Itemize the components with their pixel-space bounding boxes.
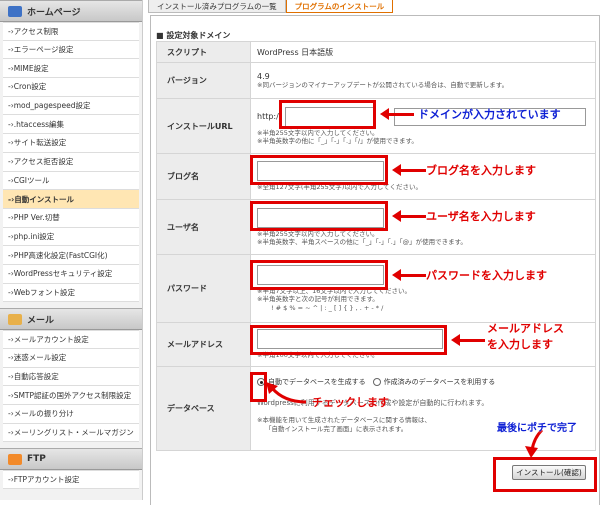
sidebar-item[interactable]: -›エラーページ設定 bbox=[3, 40, 139, 60]
sidebar-item[interactable]: -›Cron設定 bbox=[3, 78, 139, 97]
sidebar-item[interactable]: -›自動インストール bbox=[3, 190, 139, 209]
mail-icon bbox=[8, 313, 22, 325]
sidebar-item[interactable]: -›サイト転送設定 bbox=[3, 134, 139, 153]
highlight-email-field bbox=[250, 325, 447, 355]
sidebar-item[interactable]: -›CGIツール bbox=[3, 171, 139, 191]
sidebar-category-ftp[interactable]: FTP bbox=[0, 448, 142, 471]
sidebar-item[interactable]: -›アクセス拒否設定 bbox=[3, 152, 139, 172]
url-note-chars: ※半角英数字の他に「_」「-」「.」「/」が使用できます。 bbox=[257, 137, 418, 145]
annotation-password: パスワードを入力します bbox=[426, 269, 547, 282]
annotation-blog: ブログ名を入力します bbox=[426, 164, 536, 177]
house-icon bbox=[8, 5, 22, 17]
sidebar-item[interactable]: -›PHP高速化設定(FastCGI化) bbox=[3, 246, 139, 265]
sidebar-item[interactable]: -›SMTP認証の国外アクセス制限設定 bbox=[3, 386, 139, 406]
sidebar-item[interactable]: -›自動応答設定 bbox=[3, 367, 139, 387]
sidebar-item[interactable]: -›迷惑メール設定 bbox=[3, 349, 139, 368]
sidebar-category-mail[interactable]: メール bbox=[0, 308, 142, 331]
section-title: ■ 設定対象ドメイン bbox=[156, 31, 231, 40]
script-value: WordPress 日本語版 bbox=[250, 41, 596, 63]
sidebar-item[interactable]: -›メールアカウント設定 bbox=[3, 330, 139, 349]
sidebar-item[interactable]: -›Webフォント設定 bbox=[3, 283, 139, 303]
blog-name-label: ブログ名 bbox=[156, 153, 251, 200]
email-label: メールアドレス bbox=[156, 322, 251, 367]
annotation-finish: 最後にポチで完了 bbox=[497, 423, 577, 434]
sidebar-item[interactable]: -›FTPアカウント設定 bbox=[3, 470, 139, 490]
password-note-symbols-intro: ※半角英数字と次の記号が利用できます。 bbox=[257, 295, 379, 304]
annotation-username: ユーザ名を入力します bbox=[426, 210, 536, 223]
script-label: スクリプト bbox=[156, 41, 251, 63]
tab-bar: インストール済みプログラムの一覧 プログラムのインストール bbox=[148, 0, 394, 14]
db-existing-label: 作成済みのデータベースを利用する bbox=[383, 378, 496, 386]
password-label: パスワード bbox=[156, 254, 251, 323]
highlight-username-field bbox=[250, 201, 388, 231]
folder-icon bbox=[8, 453, 22, 465]
sidebar-item[interactable]: -›php.ini設定 bbox=[3, 227, 139, 247]
highlight-domain-field bbox=[279, 100, 376, 129]
sidebar-item[interactable]: -›メーリングリスト・メールマガジン bbox=[3, 423, 139, 443]
tab-installed-programs[interactable]: インストール済みプログラムの一覧 bbox=[148, 0, 286, 13]
username-note-chars: ※半角英数字、半角スペースの他に「_」「-」「.」「@」が使用できます。 bbox=[257, 238, 467, 246]
annotation-check: チェックします bbox=[312, 396, 389, 409]
highlight-password-field bbox=[250, 260, 388, 290]
db-existing-radio[interactable] bbox=[372, 378, 381, 386]
sidebar-item[interactable]: -›.htaccess編集 bbox=[3, 115, 139, 135]
sidebar-item[interactable]: -›アクセス制限 bbox=[3, 22, 139, 41]
sidebar: ホームページ -›アクセス制限 -›エラーページ設定 -›MIME設定 -›Cron設… bbox=[0, 0, 143, 500]
annotation-email-line2: を入力します bbox=[487, 338, 553, 351]
install-url-label: インストールURL bbox=[156, 98, 251, 154]
annotation-domain: ドメインが入力されています bbox=[418, 108, 561, 121]
category-label: FTP bbox=[27, 454, 46, 465]
tab-install-program[interactable]: プログラムのインストール bbox=[285, 0, 394, 13]
sidebar-item[interactable]: -›WordPressセキュリティ設定 bbox=[3, 264, 139, 284]
database-label: データベース bbox=[156, 366, 251, 451]
password-symbols: ! # $ % = ~ ^ | : _ [ ] { } , . + - * / bbox=[271, 303, 384, 312]
install-confirm-button[interactable]: インストール(確認) bbox=[512, 465, 586, 480]
category-label: メール bbox=[27, 315, 55, 326]
sidebar-category-homepage[interactable]: ホームページ bbox=[0, 0, 142, 22]
url-prefix: http:// bbox=[257, 112, 282, 122]
version-label: バージョン bbox=[156, 62, 251, 99]
url-note-length: ※半角255文字以内で入力してください。 bbox=[257, 128, 379, 137]
version-note: ※同バージョンのマイナーアップデートが公開されている場合は、自動で更新します。 bbox=[257, 80, 509, 89]
arrow-check bbox=[266, 382, 307, 404]
annotation-email-line1: メールアドレス bbox=[487, 322, 564, 335]
sidebar-item[interactable]: -›PHP Ver.切替 bbox=[3, 208, 139, 228]
install-form: スクリプト WordPress 日本語版 バージョン 4.9 ※同バージョンのマ… bbox=[156, 41, 596, 451]
sidebar-item[interactable]: -›mod_pagespeed設定 bbox=[3, 96, 139, 116]
version-value: 4.9 bbox=[257, 71, 270, 81]
category-label: ホームページ bbox=[27, 7, 81, 18]
sidebar-item[interactable]: -›メールの振り分け bbox=[3, 405, 139, 424]
sidebar-item[interactable]: -›MIME設定 bbox=[3, 59, 139, 79]
highlight-blog-field bbox=[250, 155, 388, 185]
username-label: ユーザ名 bbox=[156, 199, 251, 255]
